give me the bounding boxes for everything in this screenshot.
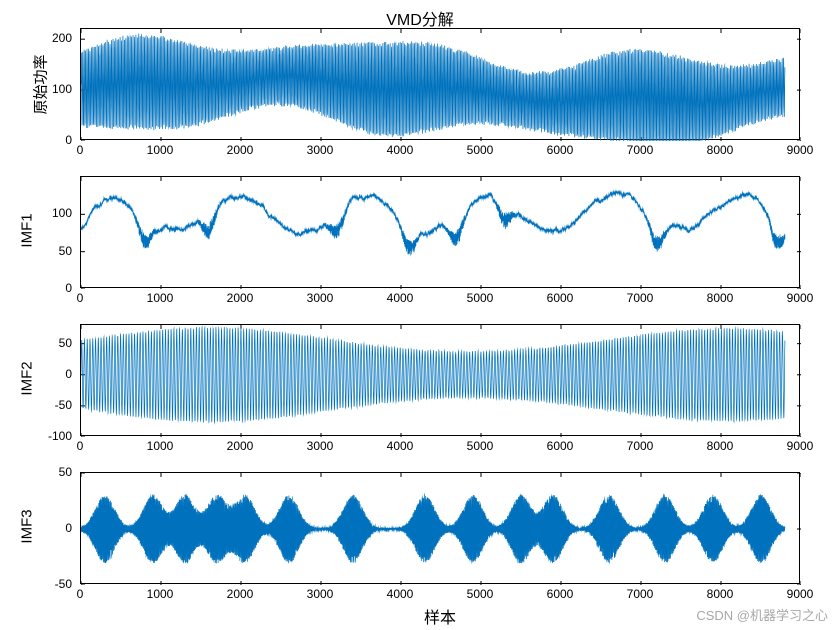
plot-canvas [81,325,801,437]
xtick: 0 [77,587,84,601]
xtick: 8000 [707,291,734,305]
panel-imf3 [80,472,800,584]
xtick: 0 [77,439,84,453]
xtick: 5000 [467,439,494,453]
xtick: 1000 [147,291,174,305]
ylabel-text: IMF2 [19,361,36,395]
xtick: 5000 [467,587,494,601]
panel-imf1 [80,176,800,288]
xtick: 5000 [467,143,494,157]
xtick: 4000 [387,291,414,305]
xtick: 4000 [387,143,414,157]
figure: VMD分解 原始功率 IMF1 IMF2 IMF3 样本 CSDN @机器学习之… [0,0,840,630]
xtick: 8000 [707,439,734,453]
xtick: 9000 [787,291,814,305]
xtick: 8000 [707,587,734,601]
xtick: 2000 [227,439,254,453]
xtick: 7000 [627,587,654,601]
xtick: 7000 [627,439,654,453]
xtick: 2000 [227,143,254,157]
panel-imf2 [80,324,800,436]
ylabel-raw: 原始功率 [10,74,30,95]
ylabel-text: 原始功率 [30,54,51,114]
xtick: 4000 [387,587,414,601]
xtick: 0 [77,291,84,305]
xlabel: 样本 [80,604,800,628]
xtick: 0 [77,143,84,157]
ylabel-text: IMF3 [19,509,36,543]
xtick: 6000 [547,439,574,453]
xtick: 3000 [307,439,334,453]
xtick: 3000 [307,291,334,305]
xtick: 7000 [627,291,654,305]
xtick: 3000 [307,143,334,157]
xtick: 9000 [787,143,814,157]
xtick: 2000 [227,587,254,601]
xtick: 4000 [387,439,414,453]
xtick: 1000 [147,143,174,157]
ylabel-imf1: IMF1 [10,222,30,239]
xtick: 9000 [787,439,814,453]
xtick: 6000 [547,291,574,305]
plot-canvas [81,473,801,585]
xtick: 2000 [227,291,254,305]
ylabel-text: IMF1 [19,213,36,247]
plot-canvas [81,29,801,141]
xtick: 6000 [547,587,574,601]
xtick: 9000 [787,587,814,601]
plot-canvas [81,177,801,289]
xtick: 8000 [707,143,734,157]
panel-raw-power [80,28,800,140]
xtick: 7000 [627,143,654,157]
watermark: CSDN @机器学习之心 [696,605,828,624]
ylabel-imf3: IMF3 [10,518,30,535]
chart-title: VMD分解 [0,6,840,30]
xtick: 5000 [467,291,494,305]
xtick: 1000 [147,587,174,601]
xtick: 3000 [307,587,334,601]
xtick: 1000 [147,439,174,453]
ylabel-imf2: IMF2 [10,370,30,387]
xtick: 6000 [547,143,574,157]
